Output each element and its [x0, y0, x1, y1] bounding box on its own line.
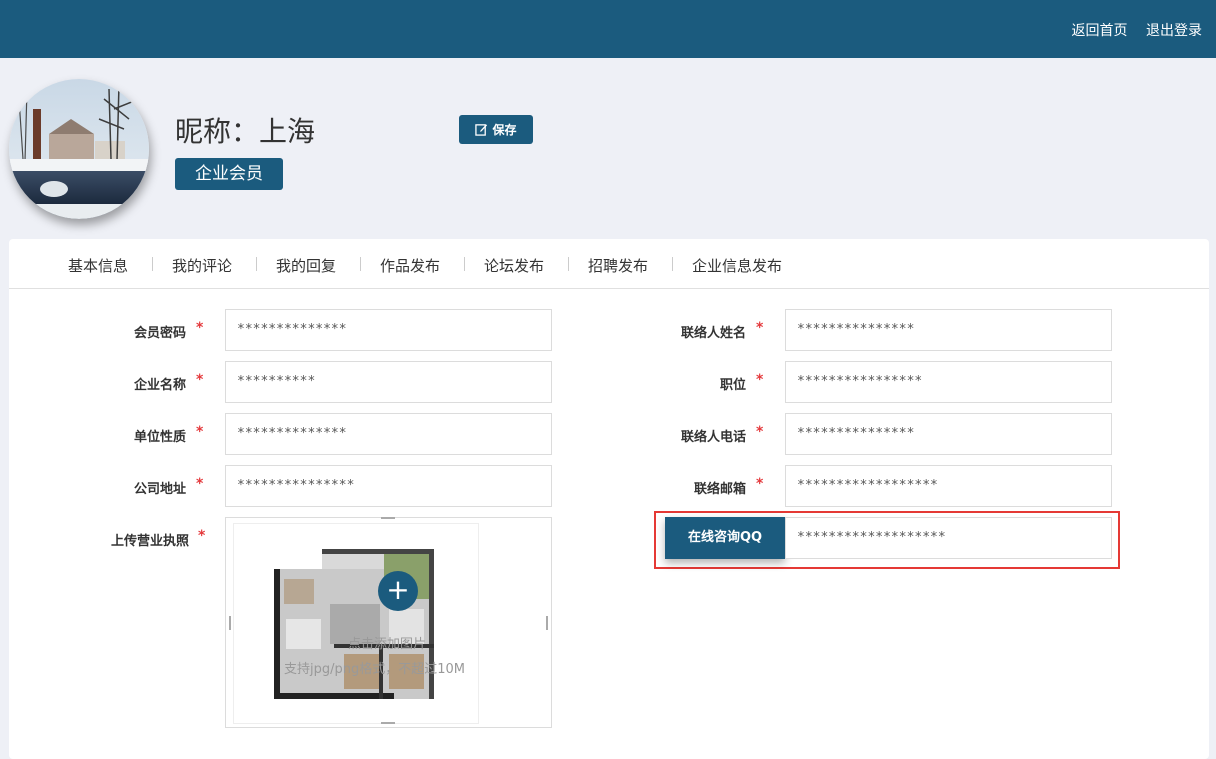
- tab-separator: [568, 257, 569, 271]
- required-mark: *: [756, 424, 764, 440]
- logout-link[interactable]: 退出登录: [1146, 23, 1202, 39]
- required-mark: *: [756, 372, 764, 388]
- profile-card: 基本信息 我的评论 我的回复 作品发布 论坛发布 招聘发布 企业信息发布 会员密…: [9, 239, 1209, 759]
- field-label-contact-name: 联络人姓名: [680, 326, 746, 341]
- required-mark: *: [196, 476, 204, 492]
- required-mark: *: [196, 424, 204, 440]
- top-navigation-bar: 返回首页 退出登录: [0, 0, 1216, 58]
- avatar-image: [9, 79, 149, 219]
- save-button-label: 保存: [492, 123, 517, 137]
- field-label-business-license: 上传营业执照: [110, 534, 189, 549]
- unit-type-field[interactable]: **************: [225, 413, 552, 455]
- license-preview: +: [233, 523, 479, 724]
- tab-my-comments[interactable]: 我的评论: [172, 255, 232, 276]
- business-license-upload[interactable]: + 点击添加图片 支持jpg/png格式，不超过10M: [225, 517, 552, 728]
- contact-name-field[interactable]: ***************: [785, 309, 1112, 351]
- position-field[interactable]: ****************: [785, 361, 1112, 403]
- resize-handle-top[interactable]: [381, 517, 395, 519]
- tab-recruitment-publish[interactable]: 招聘发布: [588, 255, 648, 276]
- upload-hint-click: 点击添加图片: [348, 637, 427, 652]
- password-field[interactable]: **************: [225, 309, 552, 351]
- upload-hint-format: 支持jpg/png格式，不超过10M: [284, 662, 465, 677]
- nickname: 昵称：上海: [175, 115, 316, 148]
- profile-section: 昵称：上海 企业会员 保存: [0, 58, 1216, 238]
- edit-icon: [475, 124, 488, 136]
- field-label-position: 职位: [719, 378, 746, 393]
- tab-separator: [256, 257, 257, 271]
- field-label-company-address: 公司地址: [133, 482, 186, 497]
- tab-separator: [464, 257, 465, 271]
- tab-forum-publish[interactable]: 论坛发布: [484, 255, 544, 276]
- contact-phone-field[interactable]: ***************: [785, 413, 1112, 455]
- tab-bar: 基本信息 我的评论 我的回复 作品发布 论坛发布 招聘发布 企业信息发布: [9, 239, 1209, 289]
- contact-email-field[interactable]: ******************: [785, 465, 1112, 507]
- tab-separator: [360, 257, 361, 271]
- field-label-company-name: 企业名称: [133, 378, 186, 393]
- required-mark: *: [756, 476, 764, 492]
- home-link[interactable]: 返回首页: [1072, 23, 1128, 39]
- qq-field[interactable]: *******************: [785, 517, 1112, 559]
- field-label-password: 会员密码: [133, 326, 186, 341]
- resize-handle-bottom[interactable]: [381, 722, 395, 724]
- required-mark: *: [756, 320, 764, 336]
- tab-separator: [672, 257, 673, 271]
- member-type-badge: 企业会员: [175, 158, 283, 190]
- tab-works-publish[interactable]: 作品发布: [380, 255, 440, 276]
- online-qq-button[interactable]: 在线咨询QQ: [665, 517, 785, 559]
- header-links: 返回首页 退出登录: [1058, 20, 1202, 40]
- company-name-field[interactable]: **********: [225, 361, 552, 403]
- resize-handle-right[interactable]: [546, 616, 548, 630]
- required-mark: *: [196, 372, 204, 388]
- save-button[interactable]: 保存: [459, 115, 533, 144]
- required-mark: *: [196, 320, 204, 336]
- company-address-field[interactable]: ***************: [225, 465, 552, 507]
- field-label-unit-type: 单位性质: [133, 430, 186, 445]
- field-label-contact-email: 联络邮箱: [693, 482, 746, 497]
- tab-basic-info[interactable]: 基本信息: [68, 255, 128, 276]
- resize-handle-left[interactable]: [229, 616, 231, 630]
- floor-plan-image: [234, 524, 478, 723]
- avatar[interactable]: [9, 79, 149, 219]
- tab-separator: [152, 257, 153, 271]
- add-image-button[interactable]: +: [378, 571, 418, 611]
- tab-my-replies[interactable]: 我的回复: [276, 255, 336, 276]
- required-mark: *: [198, 528, 206, 544]
- tab-company-info-publish[interactable]: 企业信息发布: [692, 255, 782, 276]
- field-label-contact-phone: 联络人电话: [680, 430, 746, 445]
